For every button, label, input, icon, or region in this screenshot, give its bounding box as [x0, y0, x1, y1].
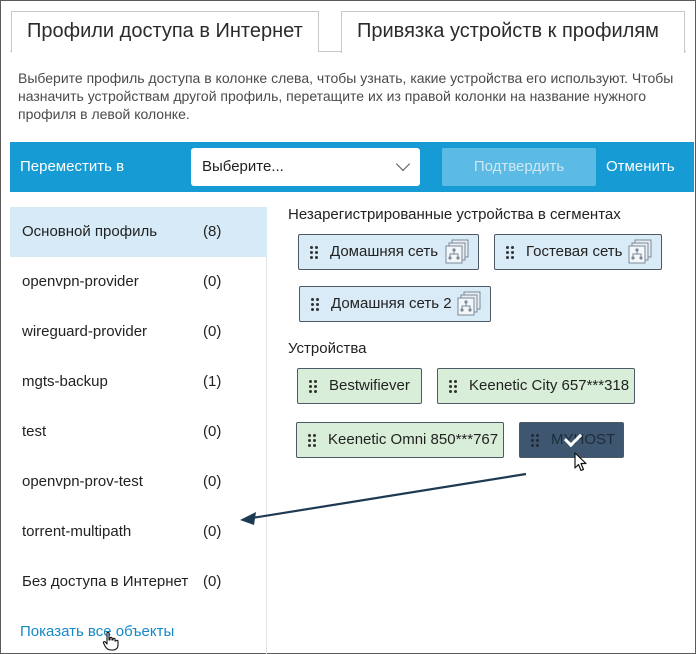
- profile-list: Основной профиль (8) openvpn-provider (0…: [10, 207, 267, 654]
- segments-title: Незарегистрированные устройства в сегмен…: [288, 206, 621, 223]
- tab-bar: Профили доступа в Интернет Привязка устр…: [0, 0, 696, 53]
- segment-chip-label: Домашняя сеть: [330, 243, 439, 260]
- show-all-link[interactable]: Показать все объекты: [20, 623, 174, 640]
- profile-name: mgts-backup: [22, 373, 108, 390]
- profile-item-openvpn-provider[interactable]: openvpn-provider (0): [10, 257, 267, 307]
- drag-handle-icon[interactable]: [310, 246, 318, 260]
- profile-select-value: Выберите...: [202, 158, 284, 175]
- profile-item-wireguard-provider[interactable]: wireguard-provider (0): [10, 307, 267, 357]
- drag-handle-icon[interactable]: [531, 434, 539, 448]
- profile-count: (0): [203, 423, 222, 440]
- network-segment-icon: [445, 239, 469, 264]
- segment-chip-label: Гостевая сеть: [526, 243, 623, 260]
- confirm-button[interactable]: Подтвердить: [442, 148, 596, 186]
- device-chip-keenetic-city[interactable]: Keenetic City 657***318: [437, 368, 635, 404]
- profile-item-test[interactable]: test (0): [10, 407, 267, 457]
- intro-text: Выберите профиль доступа в колонке слева…: [18, 70, 674, 122]
- drag-handle-icon[interactable]: [449, 380, 457, 394]
- chevron-down-icon: [395, 156, 411, 172]
- profile-count: (0): [203, 523, 222, 540]
- profile-name: wireguard-provider: [22, 323, 148, 340]
- network-segment-icon: [628, 239, 652, 264]
- profile-item-main[interactable]: Основной профиль (8): [10, 207, 267, 257]
- tab-internet-profiles[interactable]: Профили доступа в Интернет: [11, 11, 319, 52]
- profile-item-torrent-multipath[interactable]: torrent-multipath (0): [10, 507, 267, 557]
- device-chip-keenetic-omni[interactable]: Keenetic Omni 850***767: [296, 422, 504, 458]
- device-chip-label: Keenetic Omni 850***767: [328, 431, 499, 448]
- drag-handle-icon[interactable]: [308, 434, 316, 448]
- profile-count: (0): [203, 273, 222, 290]
- hand-cursor-icon: [102, 631, 119, 651]
- devices-title: Устройства: [288, 340, 367, 357]
- drag-handle-icon[interactable]: [506, 246, 514, 260]
- cancel-button[interactable]: Отменить: [606, 158, 675, 175]
- profile-name: test: [22, 423, 47, 440]
- device-chip-bestwifiever[interactable]: Bestwifiever: [297, 368, 422, 404]
- profile-name: Основной профиль: [22, 223, 158, 240]
- profile-item-no-internet[interactable]: Без доступа в Интернет (0): [10, 557, 267, 607]
- profile-item-openvpn-prov-test[interactable]: openvpn-prov-test (0): [10, 457, 267, 507]
- segment-chip-label: Домашняя сеть 2: [331, 295, 452, 312]
- network-segment-icon: [457, 291, 481, 316]
- segment-chip-home[interactable]: Домашняя сеть: [298, 234, 479, 270]
- tab-device-binding[interactable]: Привязка устройств к профилям: [341, 11, 685, 53]
- drag-handle-icon[interactable]: [309, 380, 317, 394]
- profile-count: (0): [203, 473, 222, 490]
- device-chip-label: Bestwifiever: [329, 377, 410, 394]
- profile-name: torrent-multipath: [22, 523, 132, 540]
- device-chip-label: Keenetic City 657***318: [469, 377, 630, 394]
- profile-count: (8): [203, 223, 222, 240]
- profile-select[interactable]: Выберите...: [191, 148, 420, 186]
- profile-name: openvpn-prov-test: [22, 473, 143, 490]
- move-toolbar: Переместить в Выберите... Подтвердить От…: [10, 142, 694, 192]
- profile-count: (1): [203, 373, 222, 390]
- profile-item-mgts-backup[interactable]: mgts-backup (1): [10, 357, 267, 407]
- drag-handle-icon[interactable]: [311, 298, 319, 312]
- profile-name: Без доступа в Интернет: [22, 573, 189, 590]
- mouse-pointer-icon: [574, 452, 587, 472]
- move-to-label: Переместить в: [20, 158, 125, 175]
- profile-count: (0): [203, 323, 222, 340]
- segment-chip-home-2[interactable]: Домашняя сеть 2: [299, 286, 491, 322]
- profile-name: openvpn-provider: [22, 273, 139, 290]
- segment-chip-guest[interactable]: Гостевая сеть: [494, 234, 662, 270]
- profile-count: (0): [203, 573, 222, 590]
